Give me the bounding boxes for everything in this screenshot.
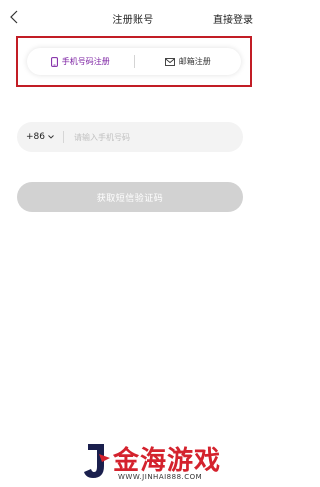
watermark: 金海游戏 WWW.JINHAI888.COM (84, 440, 258, 484)
input-divider (63, 131, 64, 143)
chevron-down-icon (48, 135, 54, 139)
country-code-select[interactable]: +86 (26, 132, 54, 142)
direct-login-link[interactable]: 直接登录 (213, 11, 253, 26)
watermark-text: 金海游戏 (113, 446, 222, 476)
phone-icon (50, 56, 58, 67)
tab-phone-register[interactable]: 手机号码注册 (27, 48, 134, 75)
phone-input-row: +86 (17, 122, 243, 152)
register-page: 注册账号 直接登录 手机号码注册 邮箱注册 +86 请输入手机号码 获取短信验证… (0, 0, 266, 487)
country-code-value: +86 (26, 132, 45, 142)
get-sms-code-button[interactable]: 获取短信验证码 (17, 182, 243, 212)
header: 注册账号 直接登录 (0, 0, 266, 38)
phone-number-input[interactable] (72, 131, 216, 143)
register-method-tabs: 手机号码注册 邮箱注册 (27, 48, 241, 75)
watermark-url: WWW.JINHAI888.COM (118, 473, 203, 481)
tab-phone-label: 手机号码注册 (61, 57, 110, 66)
tab-email-label: 邮箱注册 (178, 57, 211, 66)
tab-email-register[interactable]: 邮箱注册 (135, 48, 242, 75)
mail-icon (164, 57, 175, 66)
watermark-logo (84, 444, 110, 478)
